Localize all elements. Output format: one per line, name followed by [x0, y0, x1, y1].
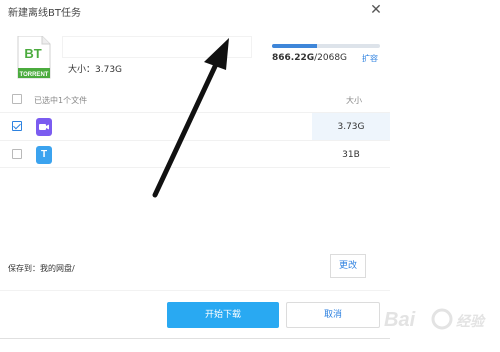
selected-count-label: 已选中1个文件	[34, 96, 88, 105]
file-list-header: 已选中1个文件 大小	[0, 88, 390, 112]
size-column-header: 大小	[346, 96, 362, 105]
svg-text:经验: 经验	[456, 313, 486, 330]
baidu-watermark: Bai 经验	[384, 308, 486, 331]
storage-quota-text: 866.22G/2068G	[272, 53, 347, 63]
bt-badge-text: BT	[24, 46, 41, 61]
file-size: 31B	[342, 150, 360, 160]
text-file-icon: T	[36, 146, 52, 164]
file-row[interactable]: T 31B	[0, 140, 390, 168]
storage-quota-bar	[272, 44, 380, 48]
close-icon[interactable]: ✕	[368, 2, 384, 18]
footer-divider	[0, 290, 390, 291]
video-file-icon	[36, 118, 52, 136]
bt-torrent-icon: BT TORRENT	[17, 36, 51, 79]
file-checkbox[interactable]	[12, 121, 22, 131]
change-location-button[interactable]: 更改	[330, 254, 366, 278]
save-location-label: 保存到：我的网盘/	[8, 264, 75, 273]
dialog-title: 新建离线BT任务	[8, 8, 81, 19]
start-download-button[interactable]: 开始下载	[167, 302, 279, 328]
storage-total: /2068G	[314, 53, 348, 63]
new-bt-task-dialog: 新建离线BT任务 ✕ BT TORRENT 大小：3.73G 866.22G/2…	[0, 0, 390, 352]
storage-quota-fill	[272, 44, 318, 48]
bottom-border	[0, 338, 390, 339]
storage-used: 866.22G	[272, 53, 315, 63]
task-name-field[interactable]	[62, 36, 252, 58]
expand-storage-link[interactable]: 扩容	[362, 53, 378, 64]
svg-text:Bai: Bai	[384, 309, 416, 331]
cancel-button[interactable]: 取消	[286, 302, 380, 328]
torrent-size-label: 大小：3.73G	[68, 65, 123, 75]
select-all-checkbox[interactable]	[12, 94, 22, 104]
file-checkbox[interactable]	[12, 149, 22, 159]
file-row[interactable]: 3.73G	[0, 112, 390, 141]
bt-badge-caption: TORRENT	[20, 72, 49, 78]
file-size: 3.73G	[312, 113, 390, 141]
